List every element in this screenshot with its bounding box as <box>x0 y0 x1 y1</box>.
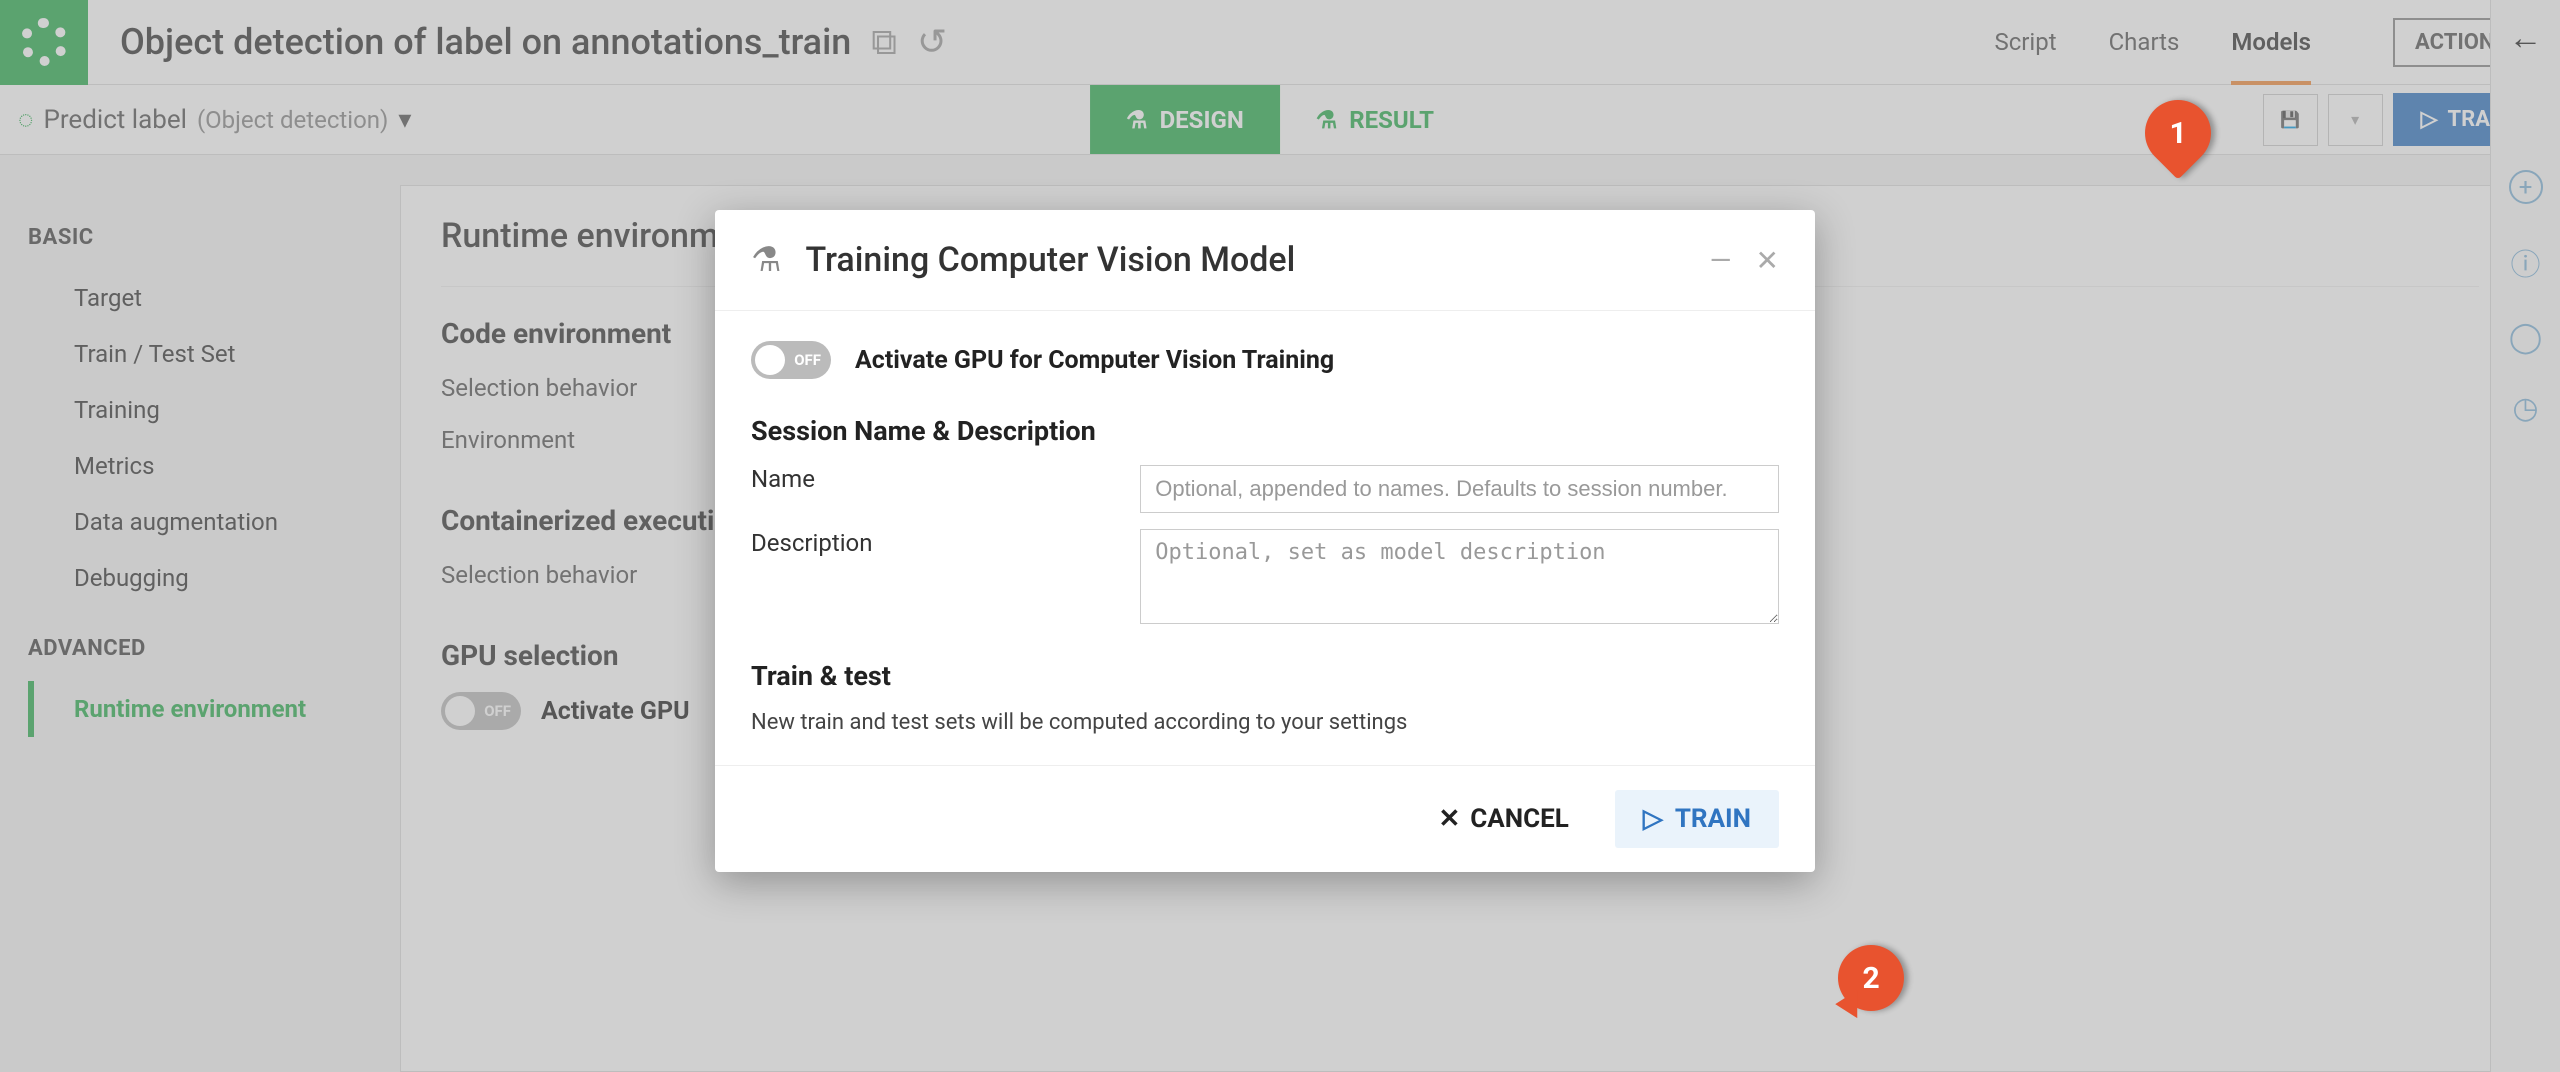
modal-title: Training Computer Vision Model <box>805 240 1685 280</box>
description-input[interactable] <box>1140 529 1779 624</box>
name-label: Name <box>751 465 1140 493</box>
description-label: Description <box>751 529 1140 557</box>
training-modal: ⚗ Training Computer Vision Model — ✕ OFF… <box>715 210 1815 872</box>
flask-icon: ⚗ <box>751 240 781 280</box>
modal-gpu-label: Activate GPU for Computer Vision Trainin… <box>855 346 1334 375</box>
cancel-button[interactable]: ✕ CANCEL <box>1422 794 1584 844</box>
session-heading: Session Name & Description <box>751 415 1779 447</box>
train-test-note: New train and test sets will be computed… <box>751 710 1779 735</box>
modal-train-button[interactable]: ▷ TRAIN <box>1615 790 1779 848</box>
play-icon: ▷ <box>1643 804 1663 834</box>
close-icon: ✕ <box>1438 804 1460 834</box>
close-icon[interactable]: ✕ <box>1756 244 1779 277</box>
minimize-icon[interactable]: — <box>1710 244 1732 277</box>
modal-gpu-toggle[interactable]: OFF <box>751 341 831 379</box>
train-test-heading: Train & test <box>751 660 1779 692</box>
name-input[interactable] <box>1140 465 1779 513</box>
